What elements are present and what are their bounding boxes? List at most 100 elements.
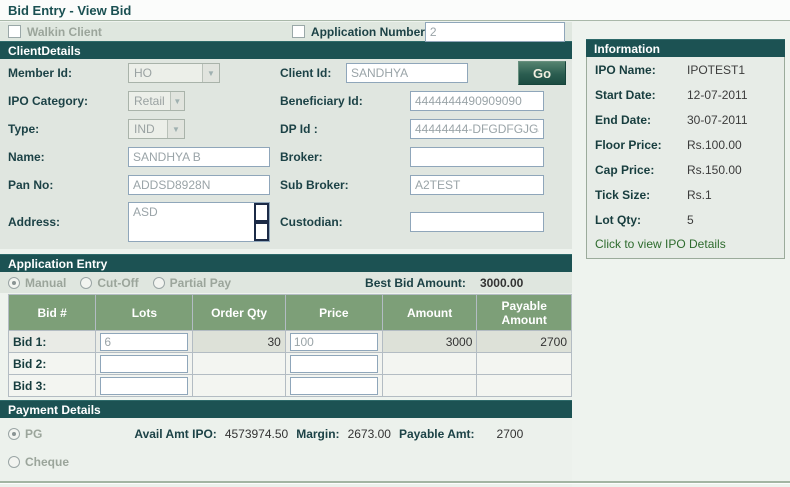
- col-header-price: Price: [285, 295, 382, 331]
- client-id-input[interactable]: [346, 63, 468, 83]
- col-header-payable-amount: Payable Amount: [477, 295, 572, 331]
- application-entry-header: Application Entry: [0, 254, 572, 272]
- table-row: Bid 2:: [9, 353, 572, 375]
- broker-input[interactable]: [410, 147, 544, 167]
- bid1-order-qty: 30: [193, 331, 285, 353]
- information-panel: Information IPO Name: IPOTEST1 Start Dat…: [586, 39, 785, 487]
- bid1-payable: 2700: [477, 331, 572, 353]
- avail-amt-label: Avail Amt IPO:: [134, 427, 216, 441]
- bid2-amount: [382, 353, 477, 375]
- client-id-label: Client Id:: [280, 66, 346, 80]
- broker-label: Broker:: [280, 150, 410, 164]
- sub-broker-input[interactable]: [410, 175, 544, 195]
- margin-value: 2673.00: [348, 427, 391, 441]
- address-textarea[interactable]: ASD: [128, 202, 270, 242]
- client-details-header: ClientDetails: [0, 41, 572, 59]
- bid3-order-qty: [193, 375, 285, 397]
- list-item: Floor Price: Rs.100.00: [587, 132, 784, 157]
- beneficiary-id-label: Beneficiary Id:: [280, 94, 410, 108]
- table-row: Bid 3:: [9, 375, 572, 397]
- information-header: Information: [586, 39, 785, 57]
- type-label: Type:: [8, 122, 128, 136]
- bid1-price-input[interactable]: [290, 333, 378, 351]
- bid2-lots-input[interactable]: [100, 355, 188, 373]
- bid3-lots-input[interactable]: [100, 377, 188, 395]
- lot-qty-value: 5: [687, 213, 694, 227]
- col-header-amount: Amount: [382, 295, 477, 331]
- go-button[interactable]: Go: [518, 61, 566, 85]
- partial-pay-radio-label: Partial Pay: [170, 276, 231, 290]
- scroll-up-button[interactable]: [254, 203, 269, 222]
- address-scrollbar: [254, 203, 269, 241]
- walkin-client-checkbox[interactable]: [8, 25, 21, 38]
- custodian-input[interactable]: [410, 212, 544, 232]
- lot-qty-label: Lot Qty:: [595, 213, 687, 227]
- bid2-label: Bid 2:: [9, 353, 96, 375]
- bid1-amount: 3000: [382, 331, 477, 353]
- bid-entry-form: Walkin Client Application Number ClientD…: [0, 21, 572, 487]
- address-label: Address:: [8, 215, 128, 229]
- custodian-label: Custodian:: [280, 215, 410, 229]
- pan-no-label: Pan No:: [8, 178, 128, 192]
- application-number-checkbox[interactable]: [292, 25, 305, 38]
- col-header-bid: Bid #: [9, 295, 96, 331]
- list-item: End Date: 30-07-2011: [587, 107, 784, 132]
- view-ipo-details-link[interactable]: Click to view IPO Details: [587, 232, 784, 258]
- bid3-amount: [382, 375, 477, 397]
- list-item: Tick Size: Rs.1: [587, 182, 784, 207]
- partial-pay-radio[interactable]: [153, 277, 165, 289]
- ipo-category-select[interactable]: Retail ▼: [128, 91, 185, 111]
- application-number-input[interactable]: [425, 22, 565, 42]
- avail-amt-value: 4573974.50: [225, 427, 288, 441]
- start-date-label: Start Date:: [595, 88, 687, 102]
- margin-label: Margin:: [296, 427, 339, 441]
- cutoff-radio[interactable]: [80, 277, 92, 289]
- cheque-radio[interactable]: [8, 456, 20, 468]
- scroll-down-button[interactable]: [254, 222, 269, 241]
- member-id-label: Member Id:: [8, 66, 128, 80]
- sub-broker-label: Sub Broker:: [280, 178, 410, 192]
- dp-id-label: DP Id :: [280, 122, 410, 136]
- bid3-price-input[interactable]: [290, 377, 378, 395]
- tick-size-value: Rs.1: [687, 188, 712, 202]
- best-bid-amount-label: Best Bid Amount:: [365, 276, 466, 290]
- bid1-lots-input[interactable]: [100, 333, 188, 351]
- table-row: Bid 1: 30 3000 2700: [9, 331, 572, 353]
- cap-price-label: Cap Price:: [595, 163, 687, 177]
- bid2-payable: [477, 353, 572, 375]
- beneficiary-id-input[interactable]: [410, 91, 544, 111]
- name-label: Name:: [8, 150, 128, 164]
- bid3-label: Bid 3:: [9, 375, 96, 397]
- ipo-category-label: IPO Category:: [8, 94, 128, 108]
- application-number-label: Application Number: [311, 25, 425, 39]
- best-bid-amount-value: 3000.00: [480, 276, 523, 290]
- ipo-name-value: IPOTEST1: [687, 63, 745, 77]
- manual-radio[interactable]: [8, 277, 20, 289]
- pg-radio-label: PG: [25, 427, 42, 441]
- bid3-payable: [477, 375, 572, 397]
- start-date-value: 12-07-2011: [687, 88, 748, 102]
- floor-price-label: Floor Price:: [595, 138, 687, 152]
- manual-radio-label: Manual: [25, 276, 66, 290]
- payable-amt-value: 2700: [497, 427, 524, 441]
- ipo-name-label: IPO Name:: [595, 63, 687, 77]
- tick-size-label: Tick Size:: [595, 188, 687, 202]
- bottom-divider: [0, 481, 790, 484]
- list-item: IPO Name: IPOTEST1: [587, 57, 784, 82]
- cheque-radio-label: Cheque: [25, 455, 69, 469]
- pg-radio[interactable]: [8, 428, 20, 440]
- bid-table: Bid # Lots Order Qty Price Amount Payabl…: [8, 294, 572, 397]
- bid2-price-input[interactable]: [290, 355, 378, 373]
- list-item: Lot Qty: 5: [587, 207, 784, 232]
- page-title: Bid Entry - View Bid: [0, 0, 790, 21]
- chevron-down-icon: ▼: [202, 64, 219, 82]
- member-id-select[interactable]: HO ▼: [128, 63, 220, 83]
- dp-id-input[interactable]: [410, 119, 544, 139]
- chevron-down-icon: ▼: [167, 120, 184, 138]
- list-item: Cap Price: Rs.150.00: [587, 157, 784, 182]
- name-input[interactable]: [128, 147, 270, 167]
- bid2-order-qty: [193, 353, 285, 375]
- payable-amt-label: Payable Amt:: [399, 427, 475, 441]
- pan-no-input[interactable]: [128, 175, 270, 195]
- type-select[interactable]: IND ▼: [128, 119, 185, 139]
